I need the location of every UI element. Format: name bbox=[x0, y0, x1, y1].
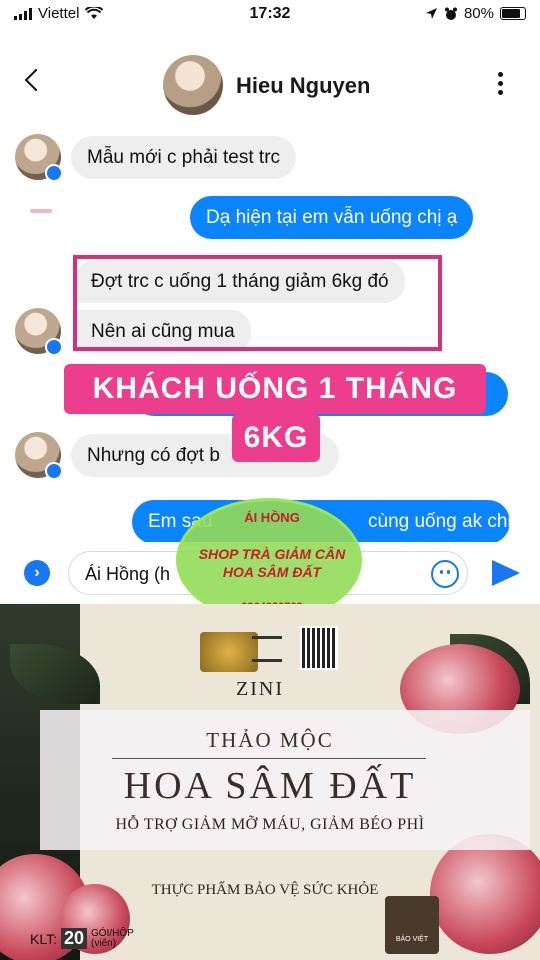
send-icon[interactable] bbox=[492, 560, 520, 586]
message-text-part: cùng uống ak chị bbox=[368, 511, 512, 532]
back-icon[interactable] bbox=[24, 68, 48, 92]
sender-avatar bbox=[15, 134, 63, 182]
draft-text: Ái Hồng (h bbox=[85, 564, 171, 584]
messenger-badge-icon bbox=[45, 462, 63, 480]
sender-avatar bbox=[15, 308, 63, 356]
watermark-text: SHOP TRÀ GIẢM CÂN HOA SÂM ĐẤT bbox=[171, 545, 373, 581]
status-right: 80% bbox=[425, 5, 526, 22]
product-photo: ZINI THẢO MỘC HOA SÂM ĐẤT HỖ TRỢ GIẢM MỠ… bbox=[0, 604, 540, 960]
watermark-line1: SHOP TRÀ GIẢM CÂN bbox=[198, 546, 346, 562]
product-subtitle: THẢO MỘC bbox=[206, 728, 334, 752]
insurance-badge: BẢO VIỆT bbox=[385, 896, 439, 954]
promo-caption-line2: 6KG bbox=[232, 414, 320, 462]
watermark-top: ÁI HỒNG bbox=[244, 510, 300, 525]
messenger-badge-icon bbox=[45, 164, 63, 182]
product-quantity: KLT: 20 GÓI/HỘP (viên) bbox=[30, 928, 134, 949]
battery-icon bbox=[500, 7, 526, 20]
message-bubble-incoming[interactable]: Mẫu mới c phải test trc bbox=[71, 136, 297, 179]
promo-caption-line1: KHÁCH UỐNG 1 THÁNG GIẢM bbox=[64, 364, 486, 455]
highlight-frame bbox=[73, 255, 442, 351]
watermark-line2: HOA SÂM ĐẤT bbox=[222, 564, 322, 580]
location-icon bbox=[425, 8, 437, 19]
status-bar: Viettel 17:32 80% bbox=[0, 0, 540, 28]
emoji-icon[interactable] bbox=[431, 560, 459, 588]
alarm-icon bbox=[444, 7, 457, 20]
gold-seal bbox=[200, 632, 258, 672]
package-unit-note: (viên) bbox=[91, 937, 117, 949]
messenger-badge-icon bbox=[45, 338, 63, 356]
contact-name[interactable]: Hieu Nguyen bbox=[236, 73, 370, 99]
package-count: 20 bbox=[60, 928, 88, 949]
reaction-mark bbox=[30, 209, 52, 213]
expand-icon[interactable]: › bbox=[24, 560, 50, 586]
qr-code bbox=[300, 626, 338, 670]
brand-logo-icon bbox=[252, 636, 282, 662]
message-list[interactable]: Mẫu mới c phải test trc Dạ hiện tại em v… bbox=[0, 132, 540, 542]
divider bbox=[112, 758, 426, 759]
contact-avatar[interactable] bbox=[163, 55, 223, 115]
flower-art bbox=[430, 834, 540, 954]
sender-avatar bbox=[15, 432, 63, 480]
product-tagline: HỖ TRỢ GIẢM MỠ MÁU, GIẢM BÉO PHÌ bbox=[115, 816, 425, 833]
product-title: HOA SÂM ĐẤT bbox=[123, 765, 417, 807]
product-brand: ZINI bbox=[236, 678, 284, 700]
conversation-header: Hieu Nguyen bbox=[0, 28, 540, 132]
message-bubble-outgoing[interactable]: Dạ hiện tại em vẫn uống chị ạ bbox=[190, 196, 474, 239]
more-options-icon[interactable] bbox=[498, 72, 504, 95]
package-unit: GÓI/HỘP bbox=[91, 927, 134, 939]
battery-percent: 80% bbox=[463, 5, 494, 22]
klt-label: KLT: bbox=[30, 930, 57, 947]
